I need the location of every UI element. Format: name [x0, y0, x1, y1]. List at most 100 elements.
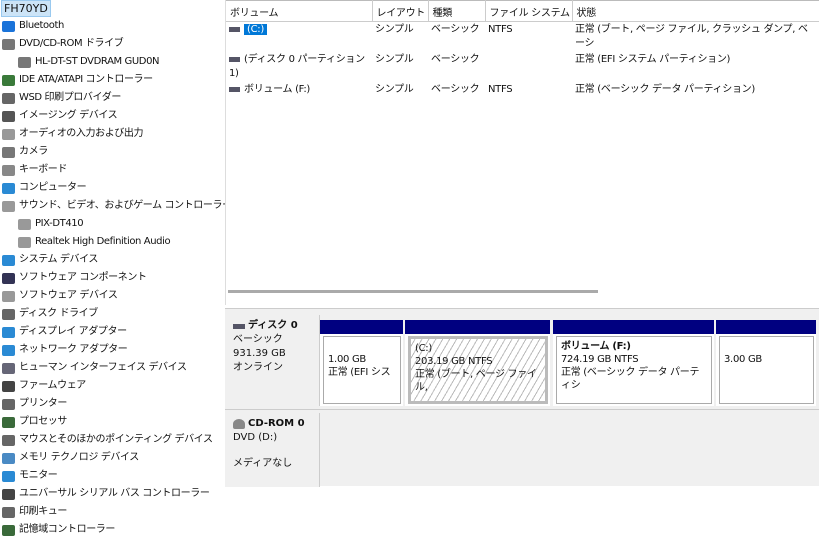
- disk-icon: [233, 323, 245, 329]
- tree-item[interactable]: マウスとそのほかのポインティング デバイス: [2, 431, 213, 449]
- tree-item[interactable]: プロセッサ: [2, 413, 67, 431]
- partition-size: 1.00 GB: [328, 354, 366, 365]
- tree-item[interactable]: ネットワーク アダプター: [2, 341, 128, 359]
- partition-title: ボリューム (F:): [561, 341, 631, 352]
- printer-icon: [2, 398, 15, 410]
- tree-item[interactable]: DVD/CD-ROM ドライブ: [2, 35, 124, 53]
- tree-item-label: システム デバイス: [19, 254, 98, 265]
- software-component-icon: [2, 272, 15, 284]
- disk-status: メディアなし: [233, 458, 293, 469]
- camera-icon: [2, 146, 15, 158]
- volume-cell: シンプル: [375, 84, 414, 95]
- partition[interactable]: (C:) 203.19 GB NTFS 正常 (ブート, ページ ファイル,: [405, 320, 550, 406]
- printer-icon: [2, 92, 15, 104]
- tree-item[interactable]: HL-DT-ST DVDRAM GUD0N: [18, 53, 160, 71]
- ide-controller-icon: [2, 74, 15, 86]
- tree-item-label: ディスプレイ アダプター: [19, 326, 127, 337]
- tree-item-label: PIX-DT410: [35, 218, 84, 229]
- tree-item[interactable]: モニター: [2, 467, 58, 485]
- volume-drive-icon: [229, 56, 240, 62]
- volume-cell: 正常 (ベーシック データ パーティション): [575, 84, 755, 95]
- column-type[interactable]: 種類: [428, 0, 486, 22]
- tree-item[interactable]: 印刷キュー: [2, 503, 67, 521]
- keyboard-icon: [2, 164, 15, 176]
- tree-item[interactable]: メモリ テクノロジ デバイス: [2, 449, 139, 467]
- volume-cell: シンプル: [375, 24, 414, 35]
- tree-item[interactable]: WSD 印刷プロバイダー: [2, 89, 121, 107]
- tree-item[interactable]: システム デバイス: [2, 251, 98, 269]
- column-layout[interactable]: レイアウト: [372, 0, 429, 22]
- tree-item-label: ネットワーク アダプター: [19, 344, 128, 355]
- tree-item-label: ヒューマン インターフェイス デバイス: [19, 362, 187, 373]
- tree-item[interactable]: サウンド、ビデオ、およびゲーム コントローラー: [2, 197, 232, 215]
- tree-item-label: オーディオの入力および出力: [19, 128, 144, 139]
- volume-row[interactable]: (ディスク 0 パーティション 1) シンプル ベーシック 正常 (EFI システム …: [226, 52, 819, 82]
- disk-graph-view: ディスク 0 ベーシック 931.39 GB オンライン 1.00 GB 正常 (EFI …: [225, 308, 819, 487]
- display-adapter-icon: [2, 326, 15, 338]
- volume-cell: ボリューム (F:): [226, 82, 372, 98]
- volume-cell: ベーシック: [431, 54, 480, 65]
- disk-name-text: ディスク 0: [248, 320, 298, 331]
- tree-item[interactable]: ディスク ドライブ: [2, 305, 98, 323]
- partition-status: 正常 (EFI シス: [328, 367, 391, 378]
- tree-item-label: ソフトウェア デバイス: [19, 290, 118, 301]
- volume-cell: NTFS: [488, 84, 513, 95]
- tree-item[interactable]: コンピューター: [2, 179, 87, 197]
- mouse-icon: [2, 434, 15, 446]
- tree-item-label: WSD 印刷プロバイダー: [19, 92, 121, 103]
- disk-name: CD-ROM 0: [233, 417, 311, 431]
- tree-item[interactable]: ソフトウェア コンポーネント: [2, 269, 147, 287]
- tree-item[interactable]: イメージング デバイス: [2, 107, 118, 125]
- tree-item[interactable]: Realtek High Definition Audio: [18, 233, 171, 251]
- cdrom-0-label[interactable]: CD-ROM 0 DVD (D:) メディアなし: [225, 413, 320, 487]
- tree-root-computer[interactable]: FH70YD: [1, 0, 51, 17]
- speaker-icon: [18, 218, 31, 230]
- partition[interactable]: 1.00 GB 正常 (EFI シス: [320, 320, 403, 406]
- partition[interactable]: ボリューム (F:) 724.19 GB NTFS 正常 (ベーシック データ パー…: [553, 320, 714, 406]
- tree-item-label: 印刷キュー: [19, 506, 67, 517]
- volume-name: (ディスク 0 パーティション 1): [229, 54, 365, 79]
- partition-header-bar: [320, 320, 403, 334]
- tree-item[interactable]: 記憶域コントローラー: [2, 521, 115, 539]
- tree-item[interactable]: IDE ATA/ATAPI コントローラー: [2, 71, 153, 89]
- tree-item[interactable]: キーボード: [2, 161, 67, 179]
- software-device-icon: [2, 290, 15, 302]
- tree-item[interactable]: PIX-DT410: [18, 215, 84, 233]
- volume-cell: [485, 52, 572, 82]
- volume-row[interactable]: (C:) シンプル ベーシック NTFS 正常 (ブート, ページ ファイル, クラッシ…: [226, 22, 819, 53]
- tree-item[interactable]: ユニバーサル シリアル バス コントローラー: [2, 485, 210, 503]
- tree-item[interactable]: カメラ: [2, 143, 48, 161]
- tree-item[interactable]: ソフトウェア デバイス: [2, 287, 118, 305]
- storage-controller-icon: [2, 524, 15, 536]
- volume-row[interactable]: ボリューム (F:) シンプル ベーシック NTFS 正常 (ベーシック データ パーテ…: [226, 82, 819, 98]
- horizontal-scrollbar[interactable]: [228, 290, 598, 293]
- tree-item-label: コンピューター: [19, 182, 87, 193]
- volume-cell: ベーシック: [431, 84, 480, 95]
- partition[interactable]: 3.00 GB: [716, 320, 816, 406]
- cdrom-icon: [233, 419, 245, 429]
- disk-size: 931.39 GB: [233, 348, 286, 359]
- tree-item[interactable]: ファームウェア: [2, 377, 86, 395]
- partition-size: 203.19 GB NTFS: [415, 356, 493, 367]
- tree-item-label: HL-DT-ST DVDRAM GUD0N: [35, 56, 160, 67]
- column-status[interactable]: 状態: [572, 0, 819, 22]
- tree-item-label: プリンター: [19, 398, 67, 409]
- tree-item[interactable]: ディスプレイ アダプター: [2, 323, 127, 341]
- disk-0-label[interactable]: ディスク 0 ベーシック 931.39 GB オンライン: [225, 315, 320, 406]
- tree-item[interactable]: プリンター: [2, 395, 67, 413]
- tree-item-label: ソフトウェア コンポーネント: [19, 272, 147, 283]
- tree-item-label: キーボード: [19, 164, 67, 175]
- disk-type: DVD (D:): [233, 432, 278, 443]
- tree-item-label: サウンド、ビデオ、およびゲーム コントローラー: [19, 200, 232, 211]
- tree-item[interactable]: ヒューマン インターフェイス デバイス: [2, 359, 187, 377]
- dvd-drive-icon: [18, 56, 31, 68]
- volume-cell: ベーシック: [431, 24, 480, 35]
- column-filesystem[interactable]: ファイル システム: [485, 0, 573, 22]
- tree-item-label: カメラ: [19, 146, 48, 157]
- tree-item[interactable]: Bluetooth: [2, 17, 64, 35]
- tree-item[interactable]: オーディオの入力および出力: [2, 125, 144, 143]
- system-device-icon: [2, 254, 15, 266]
- network-adapter-icon: [2, 344, 15, 356]
- volume-cell: 正常 (EFI システム パーティション): [575, 54, 731, 65]
- column-volume[interactable]: ボリューム: [226, 0, 373, 22]
